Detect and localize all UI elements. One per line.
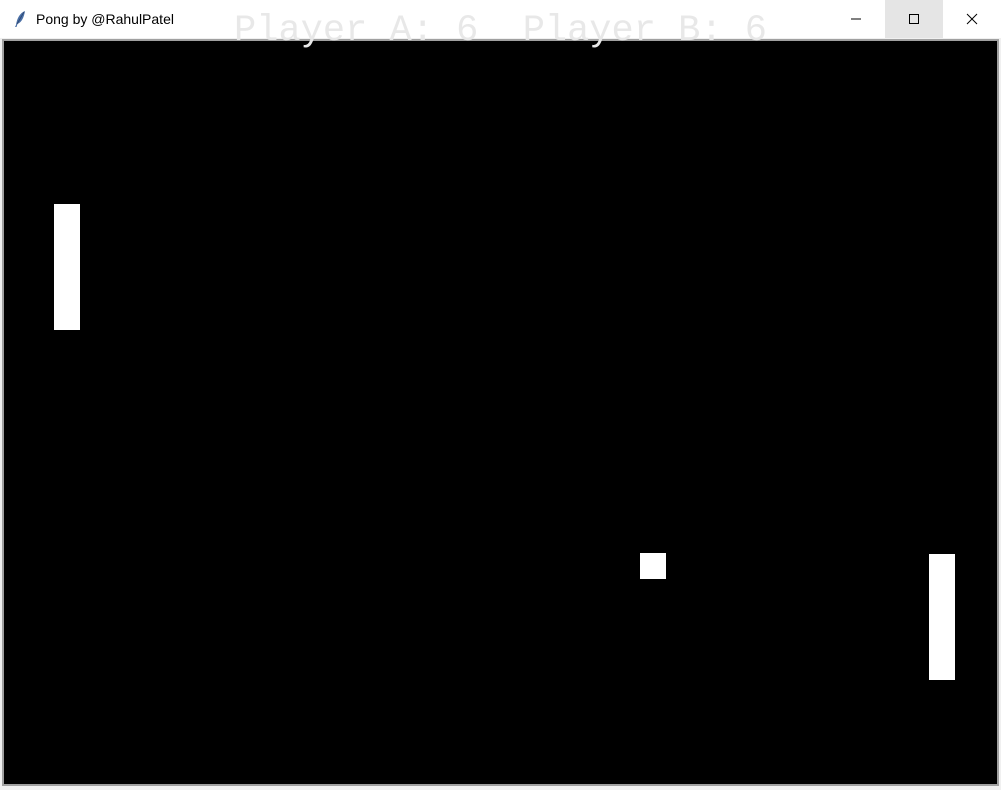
paddle-b bbox=[929, 554, 955, 680]
ball bbox=[640, 553, 666, 579]
game-canvas[interactable] bbox=[4, 41, 997, 784]
window-bottom-edge bbox=[0, 786, 1001, 790]
app-window: Pong by @RahulPatel Player A: 6 Player B… bbox=[0, 0, 1001, 790]
paddle-a bbox=[54, 204, 80, 330]
scoreboard: Player A: 6 Player B: 6 bbox=[234, 10, 767, 52]
